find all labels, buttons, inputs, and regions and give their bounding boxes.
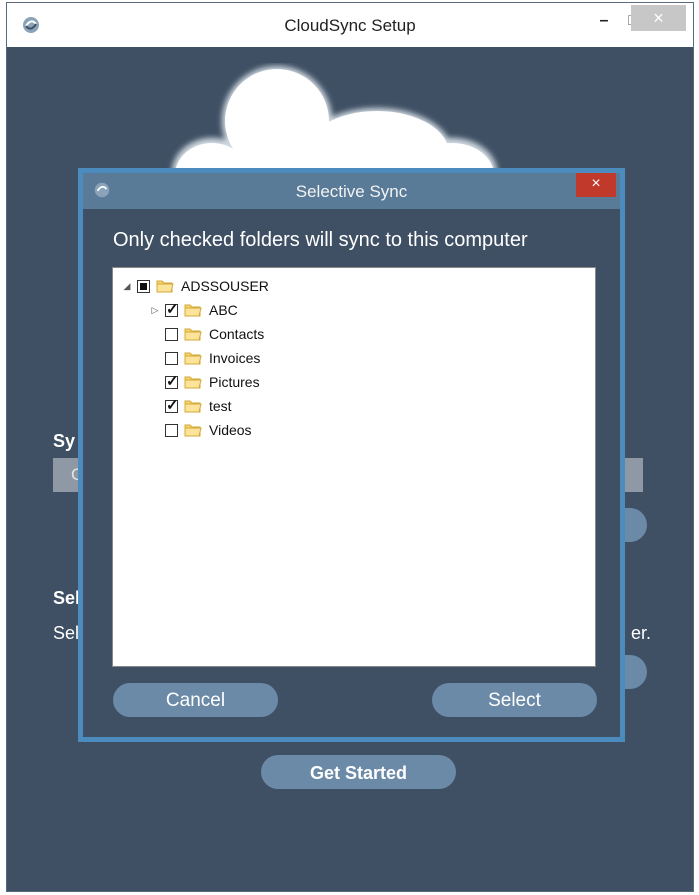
tree-item-label: ABC: [209, 302, 238, 318]
dialog-title: Selective Sync: [295, 182, 408, 201]
pictures-checkbox[interactable]: [165, 371, 179, 393]
dialog-title-bar: Selective Sync ×: [83, 173, 620, 209]
tree-item-abc[interactable]: ▷ ABC: [149, 299, 238, 321]
selective-heading-partial: Sel: [53, 588, 81, 608]
contacts-checkbox[interactable]: [165, 327, 178, 341]
folder-icon: [184, 304, 202, 317]
invoices-checkbox[interactable]: [165, 351, 178, 365]
folder-icon: [184, 376, 202, 389]
get-started-button[interactable]: Get Started: [261, 755, 456, 789]
expand-arrow-icon[interactable]: ▷: [149, 299, 161, 321]
tree-item-contacts[interactable]: Contacts: [149, 323, 264, 345]
tree-item-label: ADSSOUSER: [181, 278, 269, 294]
minimize-button[interactable]: –: [587, 7, 621, 35]
tree-item-pictures[interactable]: Pictures: [149, 371, 260, 393]
cancel-button[interactable]: Cancel: [113, 683, 278, 717]
abc-checkbox[interactable]: [165, 299, 179, 321]
tree-root-row[interactable]: ◢ ADSSOUSER: [121, 275, 269, 297]
selective-text-partial: Sel: [53, 623, 80, 643]
title-bar: CloudSync Setup – □ ×: [7, 3, 693, 47]
selective-text-end: er.: [631, 623, 652, 643]
folder-tree[interactable]: ◢ ADSSOUSER ▷ ABC Contacts Invoices: [112, 267, 596, 667]
tree-item-label: Videos: [209, 422, 252, 438]
sync-heading-partial: Sy: [53, 431, 76, 451]
close-button[interactable]: ×: [631, 5, 686, 31]
selective-sync-dialog: Selective Sync × Only checked folders wi…: [78, 168, 625, 742]
tree-item-label: Contacts: [209, 326, 265, 342]
background-button-partial[interactable]: [625, 508, 647, 542]
select-button[interactable]: Select: [432, 683, 597, 717]
test-checkbox[interactable]: [165, 395, 179, 417]
collapse-arrow-icon[interactable]: ◢: [121, 275, 133, 297]
folder-icon: [184, 400, 202, 413]
tree-item-invoices[interactable]: Invoices: [149, 347, 260, 369]
dialog-close-button[interactable]: ×: [576, 173, 616, 197]
dialog-instruction: Only checked folders will sync to this c…: [113, 229, 528, 251]
background-button-partial-2[interactable]: [625, 655, 647, 689]
folder-icon: [184, 328, 202, 341]
folder-icon: [184, 352, 202, 365]
videos-checkbox[interactable]: [165, 423, 178, 437]
folder-icon: [156, 280, 174, 293]
tree-item-label: Pictures: [209, 374, 260, 390]
root-checkbox[interactable]: [137, 279, 150, 293]
tree-item-label: Invoices: [209, 350, 261, 366]
tree-item-test[interactable]: test: [149, 395, 232, 417]
tree-item-label: test: [209, 398, 232, 414]
tree-item-videos[interactable]: Videos: [149, 419, 252, 441]
folder-icon: [184, 424, 202, 437]
